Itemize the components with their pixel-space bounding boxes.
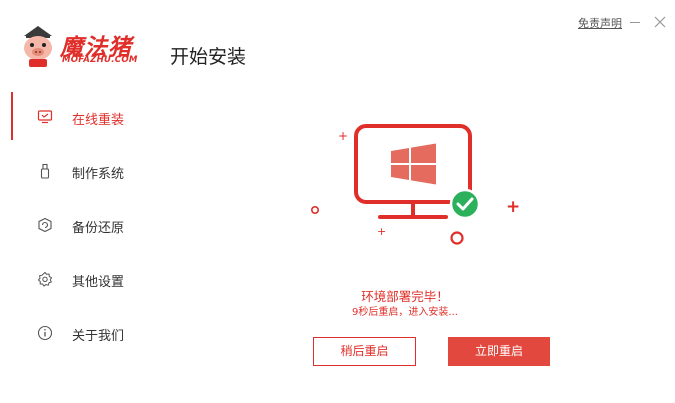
minimize-button[interactable] <box>626 12 644 32</box>
monitor-icon <box>37 110 53 124</box>
sidebar-item-online-reinstall[interactable]: 在线重装 <box>0 92 160 146</box>
sidebar-item-label: 在线重装 <box>72 113 125 128</box>
info-icon <box>37 325 53 341</box>
gear-icon <box>37 271 53 287</box>
usb-icon <box>40 163 50 179</box>
sidebar-item-about-us[interactable]: 关于我们 <box>0 308 160 362</box>
installer-window: 魔法猪 MOFAZHU.COM 开始安装 免责声明 在线重装 制作系统 备份还原… <box>0 0 675 403</box>
restart-later-button[interactable]: 稍后重启 <box>313 337 416 366</box>
sparkle-decoration-icon: + + + <box>311 129 520 245</box>
pig-mascot-icon <box>24 26 52 67</box>
windows-logo-icon <box>391 143 436 185</box>
sidebar-item-label: 备份还原 <box>72 221 125 236</box>
sidebar-item-label: 制作系统 <box>72 167 125 182</box>
close-icon <box>654 16 666 28</box>
close-button[interactable] <box>652 14 668 30</box>
svg-text:+: + <box>506 197 520 217</box>
restart-now-button[interactable]: 立即重启 <box>448 337 550 366</box>
disclaimer-link[interactable]: 免责声明 <box>578 15 622 31</box>
minimize-icon <box>630 22 640 23</box>
page-title: 开始安装 <box>170 46 247 68</box>
sidebar-item-backup-restore[interactable]: 备份还原 <box>0 200 160 254</box>
success-check-icon <box>449 188 481 220</box>
sidebar-item-label: 其他设置 <box>72 275 125 290</box>
svg-text:+: + <box>377 225 386 238</box>
install-ready-illustration: + + + <box>311 124 520 245</box>
sidebar-item-make-system[interactable]: 制作系统 <box>0 146 160 200</box>
app-logo: 魔法猪 MOFAZHU.COM <box>18 24 158 70</box>
active-indicator <box>11 92 13 140</box>
svg-text:+: + <box>338 129 348 143</box>
backup-icon <box>38 217 52 233</box>
logo-subtext: MOFAZHU.COM <box>62 55 138 65</box>
sidebar-item-label: 关于我们 <box>72 329 125 344</box>
sidebar-item-other-settings[interactable]: 其他设置 <box>0 254 160 308</box>
restart-countdown-text: 9秒后重启，进入安装... <box>352 307 458 318</box>
